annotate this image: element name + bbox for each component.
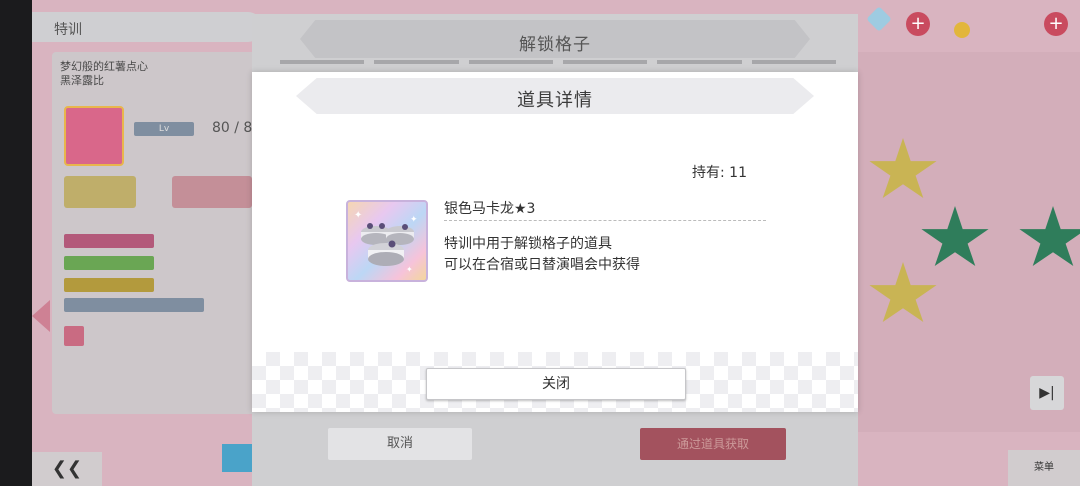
get-by-item-button[interactable]: 通过道具获取 — [640, 428, 786, 460]
previous-arrow-icon[interactable] — [32, 300, 50, 332]
item-description-line: 可以在合宿或日替演唱会中获得 — [444, 257, 640, 273]
tab-line — [751, 60, 836, 64]
unlock-dialog-tabs — [280, 60, 836, 64]
currency-bar: + + — [862, 6, 1080, 42]
tab-line — [280, 60, 365, 64]
tab-line — [562, 60, 648, 64]
tab-line — [374, 60, 459, 64]
add-gem-icon[interactable]: + — [906, 12, 930, 36]
modal-title: 道具详情 — [517, 90, 593, 111]
member-name: 黑泽露比 — [60, 74, 104, 87]
stat-bar-technique — [64, 278, 154, 292]
item-name: 银色马卡龙★3 — [444, 201, 536, 217]
held-count: 持有: 11 — [692, 165, 747, 181]
level-label: Lv — [134, 122, 194, 136]
gem-icon — [866, 6, 892, 32]
silver-macaron-icon: ✦ ✦ ✦ — [346, 200, 428, 282]
stat-bar-stamina — [64, 256, 154, 270]
yellow-action-button[interactable] — [64, 176, 136, 208]
tab-line — [468, 60, 553, 64]
screen-title: 特训 — [54, 22, 82, 38]
tab-line — [657, 60, 742, 64]
member-avatar — [64, 106, 124, 166]
level-value: 80 / 8 — [212, 120, 253, 136]
menu-button[interactable]: 菜单 — [1008, 450, 1080, 486]
close-button[interactable]: 关闭 — [426, 368, 686, 400]
red-action-button[interactable] — [172, 176, 252, 208]
item-details-modal: 道具详情 持有: 11 ✦ ✦ ✦ 银色马卡龙★3 特训中用于解锁格子的道具 可… — [252, 72, 858, 412]
stat-bar-special — [64, 298, 204, 312]
cancel-button[interactable]: 取消 — [328, 428, 472, 460]
skip-button[interactable]: ▶| — [1030, 376, 1064, 410]
member-card-name: 梦幻般的红薯点心 黑泽露比 — [60, 60, 148, 88]
svg-text:✦: ✦ — [354, 210, 362, 221]
screen-edge — [0, 0, 32, 486]
blue-tab[interactable] — [222, 444, 252, 472]
stat-bar-appeal — [64, 234, 154, 248]
back-button[interactable]: ❮❮ — [32, 452, 102, 486]
unlock-dialog-title: 解锁格子 — [519, 35, 591, 55]
add-coin-icon[interactable]: + — [1044, 12, 1068, 36]
item-description-line: 特训中用于解锁格子的道具 — [444, 236, 612, 252]
coin-icon — [954, 22, 970, 38]
card-title: 梦幻般的红薯点心 — [60, 60, 148, 73]
svg-text:✦: ✦ — [410, 215, 418, 225]
item-divider — [444, 220, 766, 221]
svg-text:✦: ✦ — [406, 265, 413, 274]
member-card-panel: 梦幻般的红薯点心 黑泽露比 Lv 80 / 8 — [52, 52, 262, 414]
skill-icon — [64, 326, 84, 346]
